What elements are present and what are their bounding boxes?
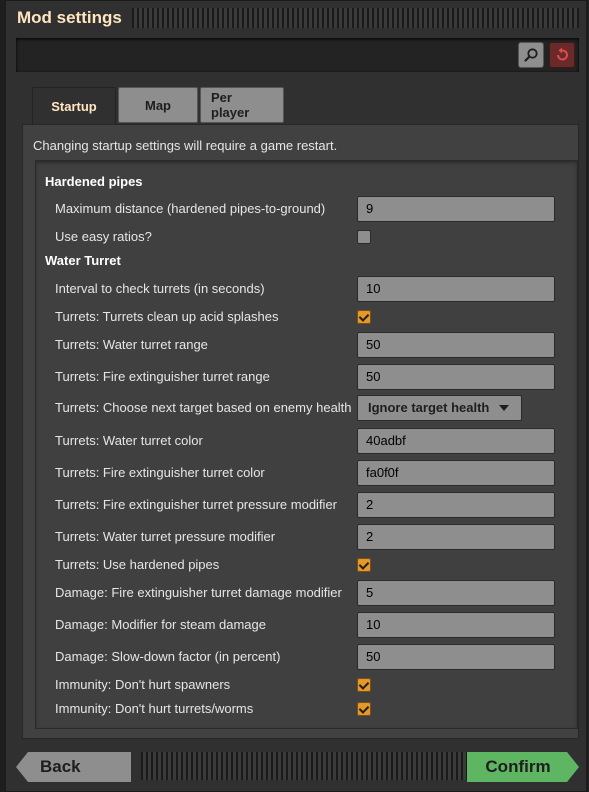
turrets-worms-checkbox[interactable] <box>357 702 371 716</box>
setting-label: Immunity: Don't hurt spawners <box>55 677 231 692</box>
setting-turrets-worms: Immunity: Don't hurt turrets/worms <box>35 696 578 722</box>
tab-per-player[interactable]: Per player <box>200 87 284 123</box>
water-color-field[interactable]: 40adbf <box>357 428 555 454</box>
spawners-checkbox[interactable] <box>357 678 371 692</box>
restart-notice: Changing startup settings will require a… <box>33 138 338 153</box>
setting-max-distance: Maximum distance (hardened pipes-to-grou… <box>35 196 578 222</box>
reset-icon <box>557 47 568 61</box>
window-title: Mod settings <box>17 8 122 27</box>
steam-damage-field[interactable]: 10 <box>357 612 555 638</box>
footer: Back Confirm <box>16 748 579 786</box>
setting-label: Damage: Slow-down factor (in percent) <box>55 649 281 664</box>
setting-fire-color: Turrets: Fire extinguisher turret color … <box>35 460 578 486</box>
settings-list[interactable]: Hardened pipes Maximum distance (hardene… <box>35 160 578 729</box>
confirm-button[interactable]: Confirm <box>467 752 579 782</box>
setting-easy-ratios: Use easy ratios? <box>35 224 578 250</box>
setting-label: Turrets: Water turret pressure modifier <box>55 529 276 544</box>
tab-bar: Startup Map Per player <box>32 87 284 125</box>
reset-button[interactable] <box>549 42 575 68</box>
setting-clean-acid: Turrets: Turrets clean up acid splashes <box>35 304 578 330</box>
setting-label: Turrets: Fire extinguisher turret range <box>55 369 270 384</box>
tab-map[interactable]: Map <box>118 87 198 123</box>
water-range-field[interactable]: 50 <box>357 332 555 358</box>
fire-damage-field[interactable]: 5 <box>357 580 555 606</box>
setting-label: Damage: Modifier for steam damage <box>55 617 266 632</box>
setting-label: Immunity: Don't hurt turrets/worms <box>55 701 254 716</box>
setting-label: Interval to check turrets (in seconds) <box>55 281 265 296</box>
target-dropdown[interactable]: Ignore target health <box>357 395 522 421</box>
setting-interval: Interval to check turrets (in seconds) 1… <box>35 276 578 302</box>
setting-label: Turrets: Fire extinguisher turret color <box>55 465 265 480</box>
setting-label: Turrets: Use hardened pipes <box>55 557 220 572</box>
interval-field[interactable]: 10 <box>357 276 555 302</box>
clean-acid-checkbox[interactable] <box>357 310 371 324</box>
slowdown-field[interactable]: 50 <box>357 644 555 670</box>
setting-target: Turrets: Choose next target based on ene… <box>35 395 578 421</box>
setting-label: Turrets: Water turret color <box>55 433 203 448</box>
setting-water-range: Turrets: Water turret range 50 <box>35 332 578 358</box>
back-button[interactable]: Back <box>16 752 131 782</box>
titlebar: Mod settings <box>5 0 587 36</box>
search-button[interactable] <box>518 42 544 68</box>
section-hardened-pipes: Hardened pipes <box>45 174 143 189</box>
setting-hardened-pipes: Turrets: Use hardened pipes <box>35 552 578 578</box>
setting-label: Damage: Fire extinguisher turret damage … <box>55 585 342 600</box>
setting-water-pressure: Turrets: Water turret pressure modifier … <box>35 524 578 550</box>
toolbar <box>16 38 579 72</box>
fire-pressure-field[interactable]: 2 <box>357 492 555 518</box>
setting-steam-damage: Damage: Modifier for steam damage 10 <box>35 612 578 638</box>
setting-label: Use easy ratios? <box>55 229 152 244</box>
hardened-pipes-checkbox[interactable] <box>357 558 371 572</box>
setting-fire-range: Turrets: Fire extinguisher turret range … <box>35 364 578 390</box>
footer-drag-handle[interactable] <box>141 752 471 780</box>
fire-color-field[interactable]: fa0f0f <box>357 460 555 486</box>
chevron-down-icon <box>499 405 509 411</box>
easy-ratios-checkbox[interactable] <box>357 230 371 244</box>
setting-water-color: Turrets: Water turret color 40adbf <box>35 428 578 454</box>
tab-startup[interactable]: Startup <box>32 87 116 125</box>
water-pressure-field[interactable]: 2 <box>357 524 555 550</box>
fire-range-field[interactable]: 50 <box>357 364 555 390</box>
setting-label: Maximum distance (hardened pipes-to-grou… <box>55 201 326 216</box>
search-icon <box>524 48 538 62</box>
setting-fire-damage: Damage: Fire extinguisher turret damage … <box>35 580 578 606</box>
settings-panel: Changing startup settings will require a… <box>22 124 579 739</box>
dropdown-value: Ignore target health <box>368 400 490 415</box>
max-distance-field[interactable]: 9 <box>357 196 555 222</box>
setting-label: Turrets: Fire extinguisher turret pressu… <box>55 497 338 512</box>
setting-slowdown: Damage: Slow-down factor (in percent) 50 <box>35 644 578 670</box>
setting-label: Turrets: Turrets clean up acid splashes <box>55 309 279 324</box>
setting-label: Turrets: Water turret range <box>55 337 208 352</box>
setting-fire-pressure: Turrets: Fire extinguisher turret pressu… <box>35 492 578 518</box>
setting-label: Turrets: Choose next target based on ene… <box>55 400 352 415</box>
drag-handle[interactable] <box>131 8 579 28</box>
setting-spawners: Immunity: Don't hurt spawners <box>35 672 578 698</box>
section-water-turret: Water Turret <box>45 253 121 268</box>
mod-settings-window: Mod settings Startup Map Per player Chan… <box>5 0 587 792</box>
